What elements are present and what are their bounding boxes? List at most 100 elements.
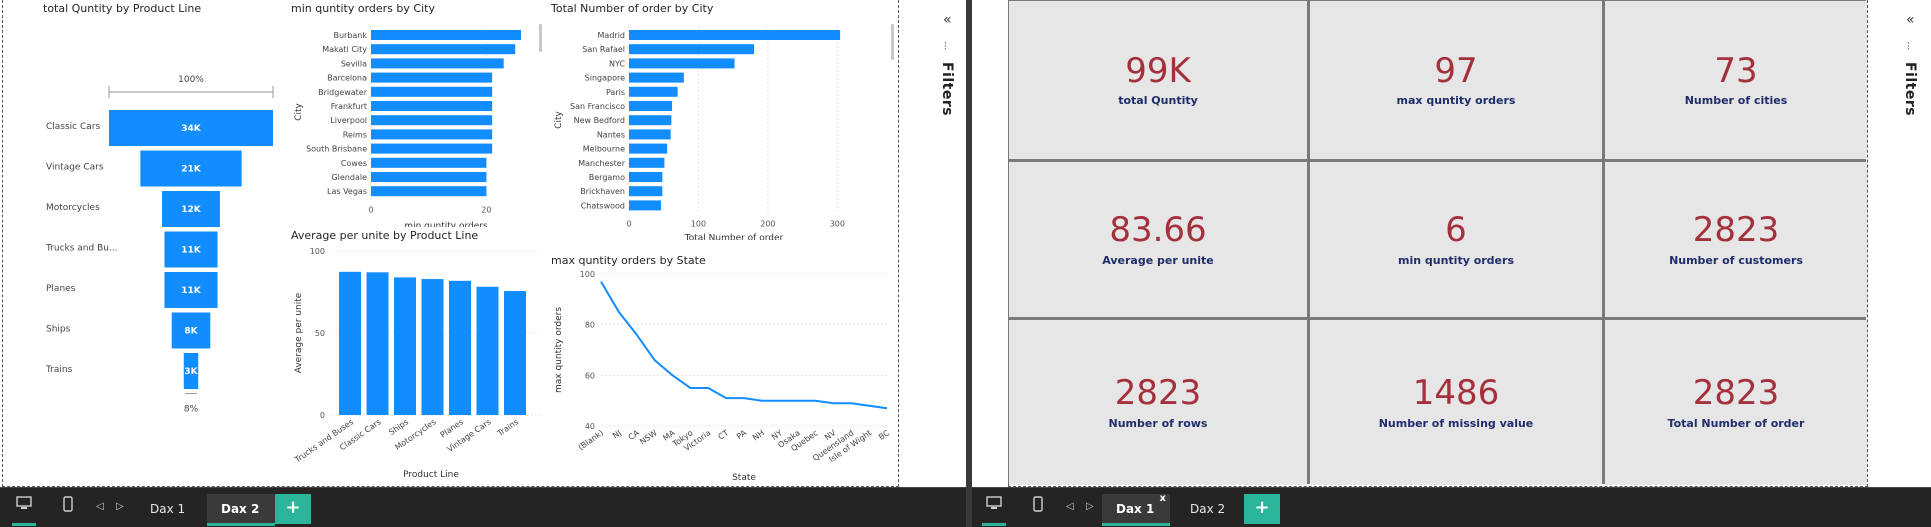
avg-bar (476, 286, 499, 415)
card-max-quntity[interactable]: 97 max quntity orders (1310, 1, 1602, 159)
desktop-view-indicator (982, 523, 1006, 526)
expand-filters-icon[interactable]: « (943, 12, 952, 28)
card-value: 1486 (1412, 373, 1500, 414)
mobile-view-icon[interactable] (63, 496, 73, 516)
min-city-bar (371, 157, 487, 168)
funnel-stage-label: Trains (45, 365, 73, 375)
next-page-icon[interactable]: ▷ (1086, 501, 1094, 512)
expand-filters-icon[interactable]: « (1906, 12, 1915, 28)
min-city-category: Makati City (322, 45, 367, 54)
card-label: total Quntity (1118, 94, 1198, 108)
min-city-xlabel: min quntity orders (404, 221, 488, 227)
mobile-view-icon[interactable] (1033, 496, 1043, 516)
avg-bar (421, 279, 444, 415)
total-city-bar (629, 115, 672, 126)
total-city-bar (629, 58, 735, 69)
min-city-svg: City 0 20 Burbank Makati City Sevilla Barcelon… (294, 24, 542, 227)
card-label: min quntity orders (1397, 253, 1514, 267)
card-total-quntity[interactable]: 99K total Quntity (1009, 1, 1307, 159)
min-city-category: Glendale (331, 173, 367, 182)
total-city-bar (629, 157, 665, 168)
min-quntity-city-chart[interactable]: min quntity orders by City City 0 20 Burban… (291, 2, 546, 227)
scrollbar-thumb (891, 24, 894, 60)
funnel-chart[interactable]: total Quntity by Product Line 100% Classi… (43, 2, 283, 432)
tab-dax-2[interactable]: Dax 2 (1176, 494, 1239, 524)
card-min-quntity[interactable]: 6 min quntity orders (1310, 162, 1602, 317)
filters-pane-collapsed[interactable]: « ⫶ Filters (935, 0, 963, 487)
card-number-of-rows[interactable]: 2823 Number of rows (1009, 320, 1307, 485)
total-city-svg: City 0 100 200 300 Madrid San Rafael NYC Singapo… (554, 24, 894, 240)
funnel-stage-label: Trucks and Bu... (45, 244, 118, 254)
min-city-category: Liverpool (330, 116, 367, 125)
card-label: Number of cities (1684, 94, 1788, 108)
total-order-city-chart[interactable]: Total Number of order by City City 0 100 20… (551, 2, 896, 240)
max-state-svg: max quntity orders406080100(Blank) NJ CANS… (554, 270, 891, 483)
tab-dax-1[interactable]: Dax 1 x (1102, 493, 1170, 526)
total-city-bar (629, 129, 671, 140)
avg-bar (504, 291, 526, 415)
next-page-icon[interactable]: ▷ (116, 501, 124, 512)
card-average-per-unite[interactable]: 83.66 Average per unite (1009, 162, 1307, 317)
funnel-stage-value: 8K (184, 327, 198, 337)
total-city-category: Paris (606, 88, 625, 97)
total-city-bar (629, 200, 661, 211)
desktop-view-icon[interactable] (986, 496, 1002, 514)
desktop-view-icon[interactable] (16, 496, 32, 514)
funnel-stage-label: Planes (46, 284, 76, 294)
card-total-number-of-order[interactable]: 2823 Total Number of order (1605, 320, 1867, 485)
prev-page-icon[interactable]: ◁ (96, 501, 104, 512)
page-tabs-bar: ◁ ▷ Dax 1 x Dax 2 + (972, 487, 1931, 527)
card-value: 73 (1714, 50, 1758, 91)
max-state-ytick: 80 (585, 321, 595, 330)
min-city-bar (371, 86, 493, 97)
min-city-category: Bridgewater (318, 88, 368, 97)
max-state-ylabel: max quntity orders (554, 307, 564, 393)
max-state-category: PA (735, 428, 749, 441)
funnel-stage-label: Motorcycles (46, 203, 100, 213)
avg-ytick: 0 (320, 411, 325, 420)
max-state-line (600, 281, 888, 410)
max-state-xlabel: State (732, 473, 756, 483)
tab-dax-1[interactable]: Dax 1 (136, 494, 199, 524)
total-city-category: Nantes (597, 130, 625, 139)
min-city-ylabel: City (294, 103, 304, 121)
avg-bar (366, 272, 389, 415)
prev-page-icon[interactable]: ◁ (1066, 501, 1074, 512)
avg-category: Trains (495, 417, 520, 438)
card-value: 2823 (1692, 210, 1780, 251)
kpi-card-grid: 99K total Quntity 97 max quntity orders 73… (1008, 0, 1867, 485)
add-page-button[interactable]: + (1244, 494, 1280, 524)
total-city-category: Manchester (578, 159, 625, 168)
tab-dax-2[interactable]: Dax 2 (207, 494, 275, 526)
avg-bar (394, 277, 416, 415)
min-city-category: Las Vegas (327, 187, 367, 196)
total-city-bar (629, 44, 754, 55)
funnel-stage-value: 34K (181, 124, 202, 134)
card-missing-value[interactable]: 1486 Number of missing value (1310, 320, 1602, 485)
min-city-category: Frankfurt (331, 102, 367, 111)
filters-label[interactable]: Filters (1902, 62, 1918, 116)
total-city-xtick: 100 (691, 220, 706, 229)
min-city-category: Sevilla (341, 59, 367, 68)
filters-label[interactable]: Filters (939, 62, 955, 116)
filter-icon: ⫶ (1907, 40, 1910, 53)
desktop-view-indicator (12, 523, 36, 526)
total-city-ylabel: City (554, 111, 564, 129)
filters-pane-collapsed[interactable]: « ⫶ Filters (1898, 0, 1926, 487)
max-state-category: CT (717, 428, 731, 441)
min-city-category: South Brisbane (306, 145, 367, 154)
avg-ytick: 100 (310, 247, 325, 256)
close-tab-icon[interactable]: x (1160, 484, 1166, 514)
min-city-bar (371, 129, 493, 140)
max-quntity-state-chart[interactable]: max quntity orders by State max quntity … (551, 254, 896, 484)
total-city-bar (629, 186, 663, 197)
card-number-of-cities[interactable]: 73 Number of cities (1605, 1, 1867, 159)
funnel-stage-value: 3K (184, 367, 198, 377)
avg-per-unite-chart[interactable]: Average per unite by Product Line Averag… (291, 229, 546, 484)
add-page-button[interactable]: + (275, 494, 311, 524)
total-city-bar (629, 30, 841, 40)
total-city-bar (629, 72, 684, 83)
funnel-svg: 100% Classic Cars 34K Vintage Cars 21K Motorc… (45, 75, 274, 415)
min-city-xtick: 0 (368, 205, 373, 214)
card-number-of-customers[interactable]: 2823 Number of customers (1605, 162, 1867, 317)
